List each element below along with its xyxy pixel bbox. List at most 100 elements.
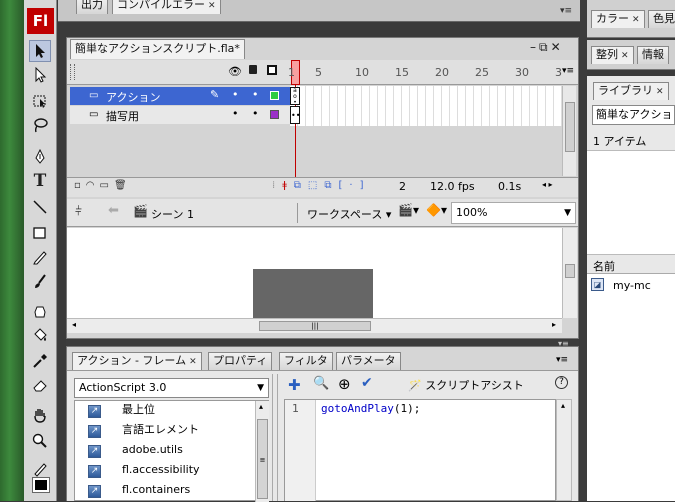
script-assist-button[interactable]: 🪄 スクリプトアシスト: [408, 377, 524, 393]
edit-multiple-icon[interactable]: ⧉: [324, 180, 338, 191]
rectangle-tool-icon[interactable]: [29, 222, 51, 244]
visibility-dot[interactable]: •: [232, 88, 239, 101]
stroke-color-icon[interactable]: [29, 458, 51, 480]
panel-menu-icon[interactable]: ▾≡: [560, 6, 572, 16]
tree-item[interactable]: ↗ adobe.utils: [88, 442, 183, 460]
add-statement-icon[interactable]: ✚: [288, 376, 301, 394]
fill-color-swatch[interactable]: [32, 477, 50, 493]
scene-label[interactable]: シーン 1: [151, 206, 194, 222]
close-icon[interactable]: ✕: [551, 40, 564, 54]
onion-skin-icon[interactable]: ⧉: [294, 180, 308, 191]
lock-dot[interactable]: •: [252, 88, 259, 101]
tree-item[interactable]: ↗ 言語エレメント: [88, 422, 199, 440]
tree-item[interactable]: ↗ fl.accessibility: [88, 462, 200, 480]
tab-swatches[interactable]: 色見: [648, 10, 675, 28]
find-icon[interactable]: 🔍: [313, 376, 329, 391]
lasso-tool-icon[interactable]: [29, 114, 51, 136]
tab-align[interactable]: 整列 ✕: [591, 46, 634, 64]
tab-color[interactable]: カラー ✕: [591, 10, 645, 28]
modify-markers-icon[interactable]: [·]: [339, 180, 371, 191]
selection-tool-icon[interactable]: [29, 40, 51, 62]
keyframe-drawing[interactable]: ••: [290, 106, 300, 124]
eraser-tool-icon[interactable]: [29, 374, 51, 396]
language-select[interactable]: ActionScript 3.0 ▼: [74, 378, 269, 398]
edit-scene-icon[interactable]: 🎬▾: [398, 203, 419, 217]
layer-row-actions[interactable]: ▭ アクション ✎ • •: [70, 87, 292, 105]
actions-menu-icon[interactable]: ▾≡: [556, 355, 568, 365]
center-frame-icon[interactable]: ⁞: [272, 180, 282, 191]
visibility-dot[interactable]: •: [232, 107, 239, 120]
new-layer-icon[interactable]: ▫: [74, 180, 86, 191]
tab-compiler-errors[interactable]: コンパイルエラー ✕: [112, 0, 221, 14]
tab-actions[interactable]: アクション - フレーム ✕: [72, 352, 202, 370]
minimize-icon[interactable]: –: [530, 40, 539, 54]
pen-tool-icon[interactable]: [29, 146, 51, 168]
tab-filters[interactable]: フィルタ: [279, 352, 333, 370]
motion-guide-icon[interactable]: ◠: [86, 180, 100, 191]
eye-icon[interactable]: 👁: [228, 65, 242, 78]
close-icon[interactable]: ✕: [656, 87, 664, 97]
hand-tool-icon[interactable]: [29, 404, 51, 426]
timeline-grip[interactable]: [70, 64, 75, 80]
trash-icon[interactable]: 🗑: [114, 180, 132, 191]
tab-properties[interactable]: プロパティ: [208, 352, 273, 370]
frame-number: 1: [288, 66, 295, 79]
library-col-name[interactable]: 名前: [593, 258, 615, 274]
subselection-tool-icon[interactable]: [29, 64, 51, 86]
outline-icon[interactable]: [267, 65, 277, 75]
tab-document[interactable]: 簡単なアクションスクリプト.fla*: [70, 39, 245, 59]
timeline-hscroll-arrows[interactable]: ◂ ▸: [542, 180, 553, 189]
code-vscroll[interactable]: ▴: [556, 399, 572, 501]
frame-rate: 12.0 fps: [430, 180, 475, 193]
close-icon[interactable]: ✕: [189, 357, 197, 367]
workspace-dropdown[interactable]: ワークスペース ▾: [307, 206, 391, 222]
free-transform-tool-icon[interactable]: [29, 90, 51, 112]
tab-parameters[interactable]: パラメータ: [336, 352, 401, 370]
back-arrow-icon[interactable]: ⬅: [108, 203, 119, 218]
panel-collapse-icon[interactable]: ▾≡: [558, 339, 569, 348]
pane-splitter[interactable]: [272, 374, 278, 501]
stage-movieclip[interactable]: [253, 269, 373, 318]
center-marker-icon[interactable]: ǂ: [282, 180, 294, 191]
eyedropper-tool-icon[interactable]: [29, 350, 51, 372]
stage-vscroll[interactable]: [562, 228, 577, 318]
tree-vscroll[interactable]: ▴ ≡: [255, 401, 269, 502]
close-icon[interactable]: ✕: [208, 1, 216, 11]
tab-output[interactable]: 出力: [76, 0, 108, 14]
keyframe-actions[interactable]: a o •: [290, 87, 300, 106]
check-syntax-icon[interactable]: ✔: [361, 375, 373, 391]
layer-color-swatch[interactable]: [270, 91, 279, 100]
package-icon: ↗: [88, 405, 101, 418]
close-icon[interactable]: ✕: [632, 15, 640, 25]
target-path-icon[interactable]: ⊕: [338, 375, 351, 393]
new-folder-icon[interactable]: ▭: [100, 180, 114, 191]
text-tool-icon[interactable]: T: [29, 170, 51, 192]
close-icon[interactable]: ✕: [621, 51, 629, 61]
paint-bucket-tool-icon[interactable]: [29, 324, 51, 346]
timeline-vscroll[interactable]: [562, 86, 576, 176]
restore-icon[interactable]: ⧉: [539, 40, 551, 54]
timeline-menu-icon[interactable]: ▾≡: [562, 66, 574, 76]
edit-symbol-icon[interactable]: 🔶▾: [426, 203, 447, 217]
library-select[interactable]: 簡単なアクションス: [592, 105, 675, 125]
pencil-tool-icon[interactable]: [29, 246, 51, 268]
lock-dot[interactable]: •: [252, 107, 259, 120]
brush-tool-icon[interactable]: [29, 270, 51, 292]
stage-hscroll[interactable]: ◂ ||| ▸: [67, 318, 562, 333]
help-icon[interactable]: ?: [555, 376, 568, 389]
tree-item[interactable]: ↗ fl.containers: [88, 482, 190, 500]
onion-outline-icon[interactable]: ⬚: [308, 180, 324, 191]
onion-icons: ⁞ǂ⧉⬚⧉[·]: [272, 180, 371, 191]
tree-item[interactable]: ↗ 最上位: [88, 402, 155, 420]
library-item[interactable]: my-mc: [613, 279, 651, 292]
tab-library[interactable]: ライブラリ ✕: [593, 82, 669, 100]
lock-icon[interactable]: [249, 65, 257, 74]
line-tool-icon[interactable]: [29, 196, 51, 218]
tab-info[interactable]: 情報: [637, 46, 669, 64]
layer-row-drawing[interactable]: ▭ 描写用 • •: [70, 106, 292, 124]
zoom-tool-icon[interactable]: [29, 430, 51, 452]
timeline-toggle-icon[interactable]: ⫩: [75, 204, 82, 219]
ink-bottle-tool-icon[interactable]: [29, 300, 51, 322]
layer-color-swatch[interactable]: [270, 110, 279, 119]
zoom-select[interactable]: 100% ▼: [451, 202, 576, 224]
